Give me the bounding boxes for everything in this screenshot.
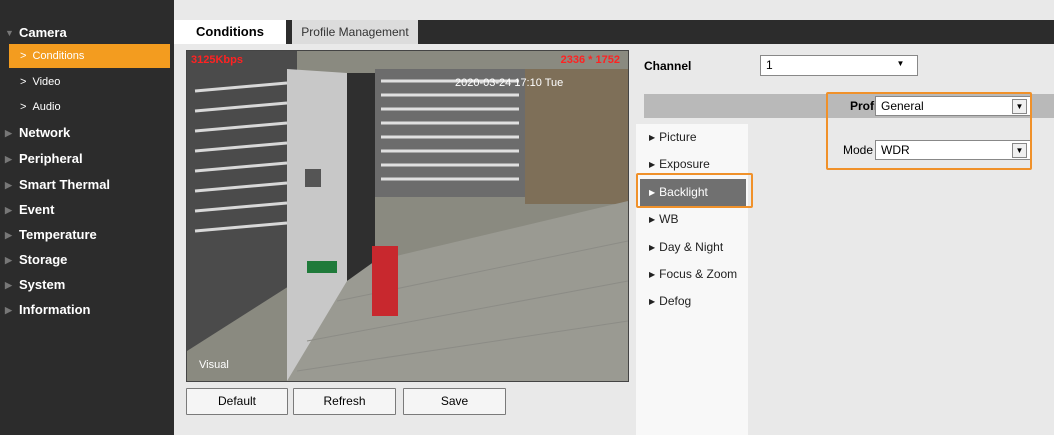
profile-mode-highlight-box <box>826 92 1032 170</box>
sidebar-item-label: Video <box>32 76 61 88</box>
sidebar-item-network[interactable]: ▶ Network <box>0 120 174 146</box>
sidebar-item-label: Temperature <box>19 227 97 242</box>
sidebar-item-video[interactable]: > Video <box>0 70 174 94</box>
channel-select[interactable]: 1 ▼ <box>760 55 918 76</box>
default-button[interactable]: Default <box>186 388 288 415</box>
collapsed-icon: ▶ <box>5 230 12 240</box>
sidebar-item-label: Event <box>19 202 55 217</box>
collapsed-icon: ▶ <box>5 180 12 190</box>
sidebar-item-event[interactable]: ▶ Event <box>0 197 174 223</box>
main-panel: Conditions Profile Management 3125Kbps 2… <box>174 0 1054 435</box>
sidebar-item-label: Network <box>19 125 71 140</box>
backlight-highlight-box <box>636 173 753 208</box>
camera-feed-image <box>187 51 628 381</box>
sidebar-item-label: Smart Thermal <box>19 177 111 192</box>
triangle-right-icon: ▶ <box>649 243 656 252</box>
channel-select-value: 1 <box>766 58 773 72</box>
triangle-right-icon: ▶ <box>649 133 656 142</box>
chevron-right-icon: > <box>20 101 27 113</box>
channel-label-overlay: Visual <box>199 359 229 371</box>
sidebar-item-information[interactable]: ▶ Information <box>0 297 174 323</box>
sidebar-item-audio[interactable]: > Audio <box>0 95 174 119</box>
video-preview[interactable]: 3125Kbps 2336 * 1752 2020-03-24 17:10 Tu… <box>186 50 629 382</box>
collapsed-icon: ▶ <box>5 128 12 138</box>
collapsed-icon: ▶ <box>5 305 12 315</box>
subnav-item-wb[interactable]: ▶ WB <box>636 206 748 233</box>
subnav-item-defog[interactable]: ▶ Defog <box>636 288 748 315</box>
sidebar-item-label: Storage <box>19 252 68 267</box>
sidebar-item-system[interactable]: ▶ System <box>0 272 174 298</box>
subnav-item-label: Picture <box>659 130 697 144</box>
subnav-item-label: Exposure <box>659 157 710 171</box>
sidebar-item-label: Conditions <box>32 50 85 62</box>
tab-profile-management[interactable]: Profile Management <box>292 20 418 44</box>
triangle-right-icon: ▶ <box>649 160 656 169</box>
collapsed-icon: ▶ <box>5 154 12 164</box>
refresh-button[interactable]: Refresh <box>293 388 396 415</box>
expand-icon: ▼ <box>5 28 14 38</box>
sidebar-item-smart-thermal[interactable]: ▶ Smart Thermal <box>0 172 174 198</box>
save-button[interactable]: Save <box>403 388 506 415</box>
sidebar-item-temperature[interactable]: ▶ Temperature <box>0 222 174 248</box>
sidebar-item-label: Peripheral <box>19 151 83 166</box>
subnav-item-picture[interactable]: ▶ Picture <box>636 124 748 151</box>
sidebar-item-conditions[interactable]: > Conditions <box>9 44 170 68</box>
triangle-right-icon: ▶ <box>649 215 656 224</box>
subnav-item-label: Day & Night <box>659 240 724 254</box>
chevron-right-icon: > <box>20 50 27 62</box>
timestamp-overlay: 2020-03-24 17:10 Tue <box>455 77 564 89</box>
tab-conditions[interactable]: Conditions <box>174 20 286 44</box>
collapsed-icon: ▶ <box>5 280 12 290</box>
subnav-item-label: Defog <box>659 294 692 308</box>
channel-label: Channel <box>644 59 692 73</box>
sidebar-item-storage[interactable]: ▶ Storage <box>0 247 174 273</box>
bitrate-overlay: 3125Kbps <box>191 54 243 66</box>
subnav-item-label: WB <box>659 212 679 226</box>
sidebar-item-label: System <box>19 277 66 292</box>
chevron-right-icon: > <box>20 76 27 88</box>
dropdown-arrow-icon: ▼ <box>896 59 905 68</box>
triangle-right-icon: ▶ <box>649 270 656 279</box>
sidebar-item-peripheral[interactable]: ▶ Peripheral <box>0 146 174 172</box>
sidebar-item-camera[interactable]: ▼ Camera <box>0 20 174 46</box>
triangle-right-icon: ▶ <box>649 297 656 306</box>
resolution-overlay: 2336 * 1752 <box>560 54 620 66</box>
subnav-item-focus-zoom[interactable]: ▶ Focus & Zoom <box>636 261 748 288</box>
collapsed-icon: ▶ <box>5 255 12 265</box>
subnav-item-day-night[interactable]: ▶ Day & Night <box>636 234 748 261</box>
sidebar-item-label: Audio <box>32 101 61 113</box>
sidebar-item-label: Camera <box>19 25 67 40</box>
sidebar: ▼ Camera > Conditions > Video > Audio ▶ Net… <box>0 0 1054 435</box>
collapsed-icon: ▶ <box>5 205 12 215</box>
sub-navigation: ▶ Picture ▶ Exposure ▶ Backlight ▶ WB ▶ Day &… <box>636 124 748 435</box>
sidebar-item-label: Information <box>19 302 91 317</box>
subnav-item-label: Focus & Zoom <box>659 267 738 281</box>
